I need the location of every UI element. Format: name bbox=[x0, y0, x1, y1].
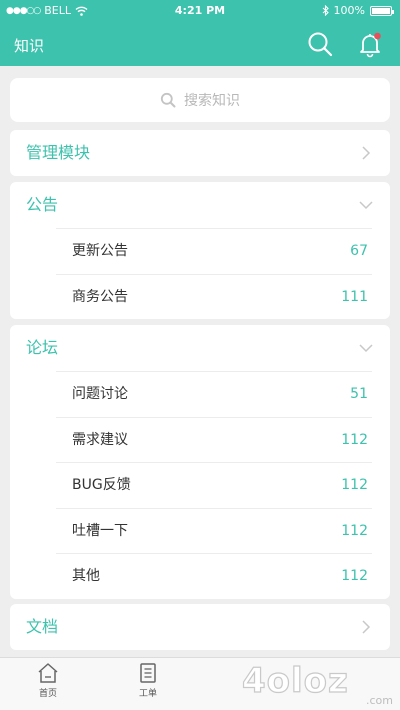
watermark-text: 4oloz bbox=[242, 661, 349, 701]
item-label: 问题讨论 bbox=[72, 386, 128, 402]
watermark-logo: 4oloz .com bbox=[241, 660, 393, 707]
list-item[interactable]: 其他 112 bbox=[56, 553, 372, 599]
item-count: 112 bbox=[341, 568, 368, 584]
item-label: 需求建议 bbox=[72, 431, 128, 448]
section-header[interactable]: 论坛 bbox=[10, 325, 390, 371]
home-icon bbox=[38, 663, 58, 683]
chevron-down-icon bbox=[359, 344, 373, 353]
battery-icon bbox=[370, 5, 394, 16]
item-count: 112 bbox=[341, 522, 368, 539]
item-count: 67 bbox=[350, 243, 368, 259]
section-management[interactable]: 管理模块 bbox=[10, 130, 390, 176]
list-item[interactable]: 商务公告 111 bbox=[56, 273, 372, 320]
search-icon[interactable] bbox=[306, 30, 334, 58]
item-count: 51 bbox=[350, 386, 368, 402]
search-placeholder: 搜索知识 bbox=[184, 93, 240, 109]
bell-icon[interactable] bbox=[356, 30, 384, 58]
item-label: 吐槽一下 bbox=[72, 522, 128, 539]
watermark-suffix: .com bbox=[366, 694, 393, 707]
section-header: 管理模块 bbox=[10, 130, 390, 176]
item-count: 112 bbox=[341, 431, 368, 448]
item-label: 其他 bbox=[72, 568, 100, 584]
notification-dot bbox=[374, 32, 381, 40]
section-title: 公告 bbox=[26, 195, 59, 214]
section-title: 文档 bbox=[26, 617, 59, 636]
list-item[interactable]: 更新公告 67 bbox=[56, 228, 372, 274]
tab-label: 首页 bbox=[38, 689, 57, 699]
tab-tickets[interactable]: 工单 bbox=[118, 662, 178, 699]
list-item[interactable]: BUG反馈 112 bbox=[56, 462, 372, 508]
tab-label: 工单 bbox=[138, 689, 157, 699]
section-announcements: 公告 更新公告 67 商务公告 111 bbox=[10, 182, 390, 319]
bluetooth-icon bbox=[322, 5, 329, 16]
tab-home[interactable]: 首页 bbox=[18, 662, 78, 699]
section-title: 论坛 bbox=[26, 338, 59, 357]
chevron-right-icon bbox=[362, 620, 371, 634]
battery-label: 100% bbox=[333, 4, 365, 17]
chevron-down-icon bbox=[359, 201, 373, 210]
app-header: ●●●○○ BELL 4:21 PM 100% 知识 bbox=[0, 0, 400, 66]
status-bar: ●●●○○ BELL 4:21 PM 100% bbox=[0, 0, 400, 22]
section-title: 管理模块 bbox=[26, 143, 91, 162]
item-label: 商务公告 bbox=[72, 288, 128, 305]
search-input[interactable]: 搜索知识 bbox=[10, 78, 390, 122]
item-label: BUG反馈 bbox=[72, 477, 131, 493]
page-title: 知识 bbox=[14, 37, 45, 55]
nav-bar: 知识 bbox=[0, 22, 400, 66]
item-label: 更新公告 bbox=[72, 243, 128, 259]
list-item[interactable]: 问题讨论 51 bbox=[56, 371, 372, 417]
clipboard-icon bbox=[140, 663, 156, 683]
status-right: 100% bbox=[322, 4, 394, 17]
list-item[interactable]: 吐槽一下 112 bbox=[56, 507, 372, 554]
search-icon bbox=[160, 92, 176, 108]
item-count: 112 bbox=[341, 477, 368, 493]
section-docs[interactable]: 文档 bbox=[10, 604, 390, 650]
section-header: 文档 bbox=[10, 604, 390, 650]
item-count: 111 bbox=[341, 288, 368, 305]
chevron-right-icon bbox=[362, 146, 371, 160]
section-forum: 论坛 问题讨论 51 需求建议 112 BUG反馈 112 吐槽一下 112 其… bbox=[10, 325, 390, 599]
list-item[interactable]: 需求建议 112 bbox=[56, 416, 372, 463]
section-header[interactable]: 公告 bbox=[10, 182, 390, 228]
